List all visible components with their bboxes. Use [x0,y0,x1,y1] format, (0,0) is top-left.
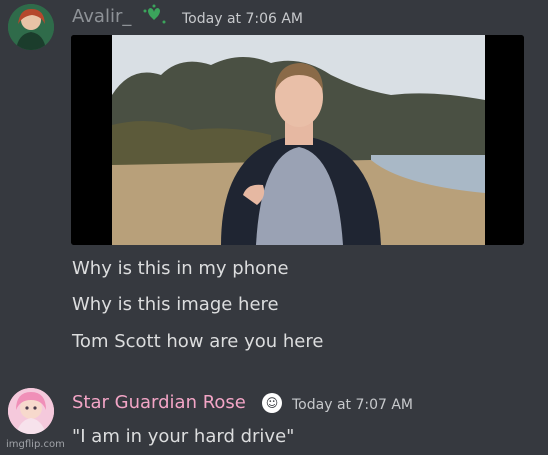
avatar[interactable] [8,4,54,50]
message-image[interactable] [71,35,524,245]
timestamp: Today at 7:06 AM [182,11,304,27]
heart-plant-icon [140,2,170,30]
avatar[interactable] [8,388,54,434]
message-text: Why is this image here [72,294,279,315]
message-text: Tom Scott how are you here [72,331,324,352]
username[interactable]: Avalir_ [72,6,131,28]
timestamp: Today at 7:07 AM [292,397,414,413]
emoji-badge-icon: ☺ [262,393,282,413]
username[interactable]: Star Guardian Rose [72,392,246,414]
message-text: "I am in your hard drive" [72,426,295,447]
message-text: Why is this in my phone [72,258,289,279]
watermark: imgflip.com [6,439,65,450]
